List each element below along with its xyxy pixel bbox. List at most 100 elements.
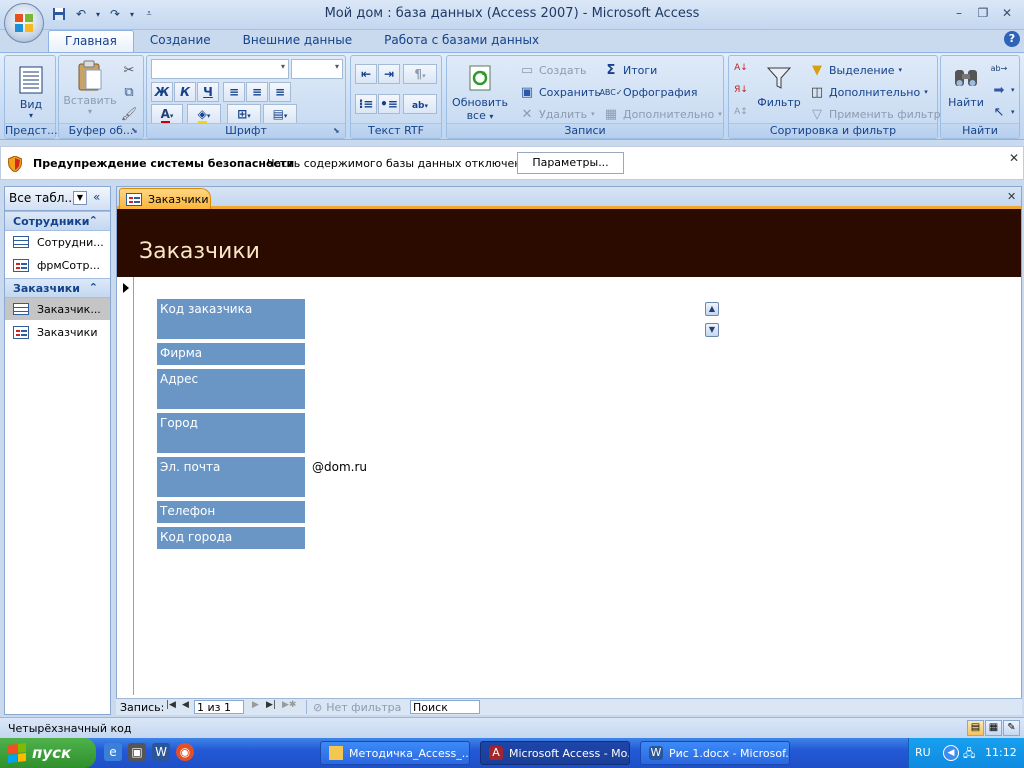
network-icon[interactable]: 🖧 xyxy=(963,745,975,764)
view-button[interactable]: Вид ▾ xyxy=(9,64,53,120)
replace-button[interactable]: ab→ xyxy=(991,60,1008,76)
tab-home[interactable]: Главная xyxy=(48,30,134,52)
alt-row-color-button[interactable]: ▤▾ xyxy=(263,104,297,124)
sort-ascending-button[interactable]: A↓ xyxy=(733,60,749,76)
redo-dropdown-icon[interactable]: ▾ xyxy=(128,6,136,22)
nav-group-employees[interactable]: Сотрудники ⌃ xyxy=(5,211,110,231)
totals-button[interactable]: Σ Итоги xyxy=(603,62,658,78)
tab-database-tools[interactable]: Работа с базами данных xyxy=(368,30,555,52)
save-icon[interactable] xyxy=(50,6,68,22)
record-search-input[interactable]: Поиск xyxy=(410,700,480,714)
form-view-icon[interactable]: ▤ xyxy=(967,720,984,736)
nav-pane-collapse-icon[interactable]: « xyxy=(93,190,100,204)
customize-toolbar-icon[interactable]: ⩡ xyxy=(140,6,158,22)
minimize-button[interactable]: – xyxy=(948,4,970,22)
scroll-up-icon[interactable]: ▲ xyxy=(705,302,719,316)
increase-indent-button[interactable]: ⇥ xyxy=(378,64,400,84)
start-button[interactable]: пуск xyxy=(0,738,96,768)
align-right-button[interactable]: ≡ xyxy=(269,82,291,102)
advanced-filter-button[interactable]: ◫ Дополнительно ▾ xyxy=(809,84,928,100)
tray-expand-icon[interactable]: ◀ xyxy=(943,745,959,761)
decrease-indent-button[interactable]: ⇤ xyxy=(355,64,377,84)
field-value-email[interactable]: @dom.ru xyxy=(312,460,367,474)
align-center-button[interactable]: ≡ xyxy=(246,82,268,102)
layout-view-icon[interactable]: ▦ xyxy=(985,720,1002,736)
clock[interactable]: 11:12 xyxy=(985,746,1017,759)
next-record-icon[interactable]: ▶ xyxy=(252,700,259,710)
new-record-nav-icon[interactable]: ▶✱ xyxy=(282,700,296,710)
undo-icon[interactable]: ↶ xyxy=(72,6,90,22)
selection-filter-button[interactable]: ▼ Выделение ▾ xyxy=(809,62,902,78)
nav-group-customers[interactable]: Заказчики ⌃ xyxy=(5,278,110,298)
find-button[interactable]: Найти xyxy=(943,62,989,109)
sort-descending-button[interactable]: Я↓ xyxy=(733,82,749,98)
select-button[interactable]: ↖ ▾ xyxy=(991,104,1015,120)
spelling-button[interactable]: ABC✓ Орфография xyxy=(599,84,697,100)
font-size-combo[interactable]: ▾ xyxy=(291,59,343,79)
taskbar-item-folder[interactable]: Методичка_Access_... xyxy=(320,741,470,765)
scroll-down-icon[interactable]: ▼ xyxy=(705,323,719,337)
previous-record-icon[interactable]: ◀ xyxy=(182,700,189,710)
security-options-button[interactable]: Параметры... xyxy=(517,152,624,174)
goto-button[interactable]: ➡ ▾ xyxy=(991,82,1015,98)
word-icon[interactable]: W xyxy=(152,743,170,761)
nav-item-customers-table[interactable]: Заказчик... xyxy=(5,298,110,320)
restore-button[interactable]: ❐ xyxy=(972,4,994,22)
taskbar-item-word-doc[interactable]: W Рис 1.docx - Microsof... xyxy=(640,741,790,765)
help-icon[interactable]: ? xyxy=(1004,31,1020,47)
desktop-icon[interactable]: ▣ xyxy=(128,743,146,761)
more-records-button[interactable]: ▦ Дополнительно ▾ xyxy=(603,106,722,122)
taskbar-item-access[interactable]: A Microsoft Access - Mo... xyxy=(480,741,630,765)
gridlines-button[interactable]: ⊞▾ xyxy=(227,104,261,124)
document-tab-customers[interactable]: Заказчики xyxy=(119,188,211,209)
current-record-input[interactable]: 1 из 1 xyxy=(194,700,244,714)
undo-dropdown-icon[interactable]: ▾ xyxy=(94,6,102,22)
redo-icon[interactable]: ↷ xyxy=(106,6,124,22)
paragraph-direction-button[interactable]: ¶▾ xyxy=(403,64,437,84)
security-bar-close-icon[interactable]: ✕ xyxy=(1009,151,1019,165)
filter-button[interactable]: Фильтр xyxy=(757,62,801,109)
nav-item-employees-table[interactable]: Сотрудни... xyxy=(5,231,110,253)
new-record-button[interactable]: ▭ Создать xyxy=(519,62,587,78)
tab-external-data[interactable]: Внешние данные xyxy=(227,30,368,52)
internet-explorer-icon[interactable]: e xyxy=(104,743,122,761)
nav-item-employees-form[interactable]: фрмСотр... xyxy=(5,254,110,276)
clear-sort-button[interactable]: A↕ xyxy=(733,104,749,120)
close-button[interactable]: ✕ xyxy=(996,4,1018,22)
font-launcher-icon[interactable]: ⬊ xyxy=(333,126,343,136)
tab-create[interactable]: Создание xyxy=(134,30,227,52)
last-record-icon[interactable]: ▶| xyxy=(266,700,276,710)
language-indicator[interactable]: RU xyxy=(915,746,931,759)
copy-button[interactable]: ⧉ xyxy=(121,84,137,100)
italic-button[interactable]: К xyxy=(174,82,196,102)
numbering-button[interactable]: ⁝≡ xyxy=(355,94,377,114)
fill-color-button[interactable]: ◈▾ xyxy=(187,104,221,124)
toggle-filter-button[interactable]: ▽ Применить фильтр xyxy=(809,106,941,122)
bold-button[interactable]: Ж xyxy=(151,82,173,102)
record-selector[interactable] xyxy=(117,277,134,695)
document-close-icon[interactable]: ✕ xyxy=(1007,190,1016,203)
media-player-icon[interactable]: ◉ xyxy=(176,743,194,761)
clipboard-launcher-icon[interactable]: ⬊ xyxy=(131,126,141,136)
nav-item-customers-form[interactable]: Заказчики xyxy=(5,321,110,343)
nav-pane-dropdown-icon[interactable]: ▼ xyxy=(73,191,87,205)
nav-pane-header[interactable]: Все табл... ▼ « xyxy=(5,187,110,211)
font-color-button[interactable]: A▾ xyxy=(151,104,183,124)
delete-record-button[interactable]: ✕ Удалить ▾ xyxy=(519,106,595,122)
format-painter-button[interactable]: 🖌 xyxy=(121,106,138,122)
filter-status-button[interactable]: ⊘ Нет фильтра xyxy=(306,700,406,714)
design-view-icon[interactable]: ✎ xyxy=(1003,720,1020,736)
font-name-dropdown-icon[interactable]: ▾ xyxy=(281,62,285,71)
first-record-icon[interactable]: |◀ xyxy=(166,700,176,710)
paste-button[interactable]: Вставить ▾ xyxy=(63,60,117,116)
underline-button[interactable]: Ч xyxy=(197,82,219,102)
cut-button[interactable]: ✂ xyxy=(121,62,137,78)
save-record-button[interactable]: ▣ Сохранить xyxy=(519,84,601,100)
office-button[interactable] xyxy=(4,3,44,43)
align-left-button[interactable]: ≡ xyxy=(223,82,245,102)
refresh-all-button[interactable]: Обновить все ▾ xyxy=(449,62,511,122)
font-size-dropdown-icon[interactable]: ▾ xyxy=(335,62,339,71)
font-name-combo[interactable]: ▾ xyxy=(151,59,289,79)
bullets-button[interactable]: •≡ xyxy=(378,94,400,114)
highlight-button[interactable]: ab▾ xyxy=(403,94,437,114)
